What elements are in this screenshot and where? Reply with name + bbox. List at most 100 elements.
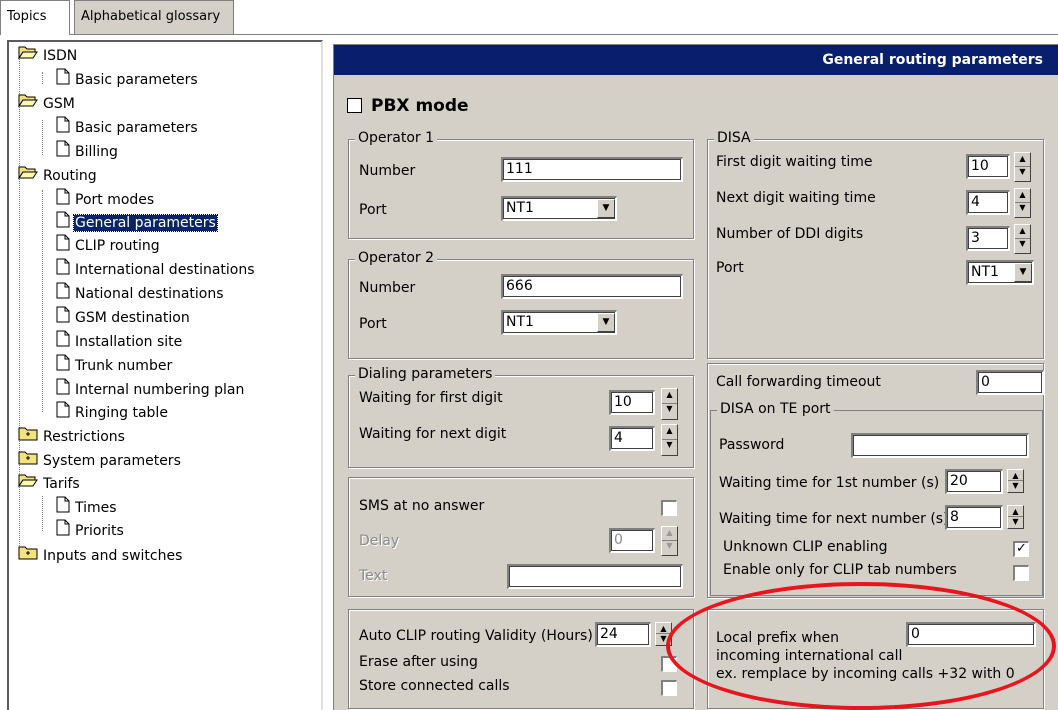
wait-first-number-input[interactable]: 20 <box>945 469 1003 494</box>
tree-item-national-destinations[interactable]: National destinations <box>56 282 225 304</box>
sms-delay-input[interactable]: 0 <box>609 528 655 553</box>
disa-first-input[interactable]: 10 <box>966 154 1010 179</box>
operator2-group: Operator 2 Number 666 Port NT1 ▼ <box>348 250 694 359</box>
operator1-group: Operator 1 Number 111 Port NT1 ▼ <box>348 130 694 239</box>
tree-item-tarifs[interactable]: Tarifs <box>18 472 81 494</box>
tree-item-isdn-basic-parameters[interactable]: Basic parameters <box>56 68 199 90</box>
spin-down-icon[interactable]: ▼ <box>1015 167 1030 181</box>
spin-up-icon[interactable]: ▲ <box>1008 506 1023 517</box>
disa-port-select[interactable]: NT1 ▼ <box>966 260 1034 285</box>
wait-first-number-label: Waiting time for 1st number (s) <box>719 475 940 491</box>
disa-group: DISA First digit waiting time 10 ▲ ▼ Next… <box>707 130 1044 359</box>
dialing-parameters-group: Dialing parameters Waiting for first dig… <box>348 366 694 468</box>
clip-tab-only-label: Enable only for CLIP tab numbers <box>723 562 957 578</box>
disa-first-spinner[interactable]: ▲ ▼ <box>1014 152 1031 182</box>
spin-up-icon[interactable]: ▲ <box>662 527 677 541</box>
spin-down-icon[interactable]: ▼ <box>656 634 671 645</box>
operator1-number-input[interactable]: 111 <box>501 157 683 182</box>
unknown-clip-checkbox[interactable]: ✓ <box>1013 541 1029 557</box>
tree-item-routing[interactable]: Routing <box>18 164 98 186</box>
tree-item-general-parameters[interactable]: General parameters <box>56 211 218 233</box>
chevron-down-icon[interactable]: ▼ <box>597 313 615 332</box>
tree-item-international-destinations[interactable]: International destinations <box>56 258 256 280</box>
spin-up-icon[interactable]: ▲ <box>1015 153 1030 167</box>
tree-item-restrictions[interactable]: Restrictions <box>18 425 126 447</box>
page-icon <box>56 519 70 543</box>
spin-down-icon[interactable]: ▼ <box>662 440 677 455</box>
spin-up-icon[interactable]: ▲ <box>662 389 677 404</box>
tree-item-trunk-number[interactable]: Trunk number <box>56 354 173 376</box>
spin-down-icon[interactable]: ▼ <box>662 541 677 555</box>
sms-checkbox[interactable] <box>661 500 677 516</box>
dialing-first-input[interactable]: 10 <box>609 390 655 415</box>
clip-tab-only-checkbox[interactable] <box>1013 565 1029 581</box>
spin-up-icon[interactable]: ▲ <box>662 425 677 440</box>
tree-item-gsm[interactable]: GSM <box>18 92 76 114</box>
disa-te-password-input[interactable] <box>851 433 1029 458</box>
tree-item-internal-numbering-plan[interactable]: Internal numbering plan <box>56 378 245 400</box>
spin-up-icon[interactable]: ▲ <box>1015 225 1030 239</box>
page-icon <box>56 116 70 140</box>
spin-down-icon[interactable]: ▼ <box>1008 481 1023 492</box>
disa-ddi-input[interactable]: 3 <box>966 226 1010 251</box>
chevron-down-icon[interactable]: ▼ <box>597 199 615 218</box>
spin-down-icon[interactable]: ▼ <box>1015 203 1030 217</box>
tree-item-billing[interactable]: Billing <box>56 140 119 162</box>
disa-port-label: Port <box>716 260 744 276</box>
disa-ddi-label: Number of DDI digits <box>716 226 864 242</box>
operator2-number-input[interactable]: 666 <box>501 274 683 299</box>
wait-next-number-input[interactable]: 8 <box>945 505 1003 530</box>
call-forwarding-timeout-input[interactable]: 0 <box>976 370 1044 395</box>
folder-open-icon <box>18 92 38 115</box>
operator1-port-select[interactable]: NT1 ▼ <box>501 196 617 221</box>
auto-clip-validity-spinner[interactable]: ▲ ▼ <box>655 622 672 646</box>
disa-ddi-spinner[interactable]: ▲ ▼ <box>1014 224 1031 254</box>
tab-topics[interactable]: Topics <box>0 0 70 35</box>
tree-item-gsm-basic-parameters[interactable]: Basic parameters <box>56 116 199 138</box>
spin-down-icon[interactable]: ▼ <box>1015 239 1030 253</box>
tree-item-port-modes[interactable]: Port modes <box>56 188 155 210</box>
page-icon <box>56 68 70 92</box>
operator2-legend: Operator 2 <box>355 250 438 266</box>
spin-up-icon[interactable]: ▲ <box>1008 470 1023 481</box>
pbx-mode-checkbox[interactable] <box>347 98 362 113</box>
dialing-next-spinner[interactable]: ▲ ▼ <box>661 424 678 456</box>
spin-down-icon[interactable]: ▼ <box>662 404 677 419</box>
page-icon <box>56 282 70 306</box>
page-icon <box>56 330 70 354</box>
disa-te-group: DISA on TE port Password Waiting time fo… <box>710 401 1043 596</box>
operator2-port-select[interactable]: NT1 ▼ <box>501 310 617 335</box>
tree-item-installation-site[interactable]: Installation site <box>56 330 183 352</box>
spin-down-icon[interactable]: ▼ <box>1008 517 1023 528</box>
auto-clip-validity-input[interactable]: 24 <box>595 622 651 647</box>
tree-item-priorits[interactable]: Priorits <box>56 519 125 541</box>
spin-up-icon[interactable]: ▲ <box>1015 189 1030 203</box>
tree-item-gsm-destination[interactable]: GSM destination <box>56 306 191 328</box>
tree-item-isdn[interactable]: ISDN <box>18 44 78 66</box>
wait-next-number-spinner[interactable]: ▲ ▼ <box>1007 505 1024 529</box>
sms-text-input[interactable] <box>507 564 683 589</box>
erase-after-using-checkbox[interactable] <box>661 656 677 672</box>
store-connected-calls-checkbox[interactable] <box>661 680 677 696</box>
disa-next-spinner[interactable]: ▲ ▼ <box>1014 188 1031 218</box>
tab-alphabetical-glossary[interactable]: Alphabetical glossary <box>74 0 234 34</box>
tree-connector <box>42 120 43 155</box>
dialing-next-input[interactable]: 4 <box>609 426 655 451</box>
chevron-down-icon[interactable]: ▼ <box>1014 263 1032 282</box>
tree-item-system-parameters[interactable]: System parameters <box>18 449 182 471</box>
disa-first-label: First digit waiting time <box>716 154 873 170</box>
tree-item-inputs-and-switches[interactable]: Inputs and switches <box>18 544 183 566</box>
local-prefix-input[interactable]: 0 <box>906 622 1036 647</box>
page-icon <box>56 496 70 520</box>
wait-first-number-spinner[interactable]: ▲ ▼ <box>1007 469 1024 493</box>
operator2-port-value: NT1 <box>506 314 534 330</box>
operator1-port-label: Port <box>359 202 387 218</box>
operator1-number-label: Number <box>359 163 416 179</box>
sms-delay-spinner[interactable]: ▲ ▼ <box>661 526 678 556</box>
spin-up-icon[interactable]: ▲ <box>656 623 671 634</box>
disa-next-input[interactable]: 4 <box>966 190 1010 215</box>
dialing-first-spinner[interactable]: ▲ ▼ <box>661 388 678 420</box>
tree-item-ringing-table[interactable]: Ringing table <box>56 401 169 423</box>
tree-item-times[interactable]: Times <box>56 496 118 518</box>
tree-item-clip-routing[interactable]: CLIP routing <box>56 234 161 256</box>
